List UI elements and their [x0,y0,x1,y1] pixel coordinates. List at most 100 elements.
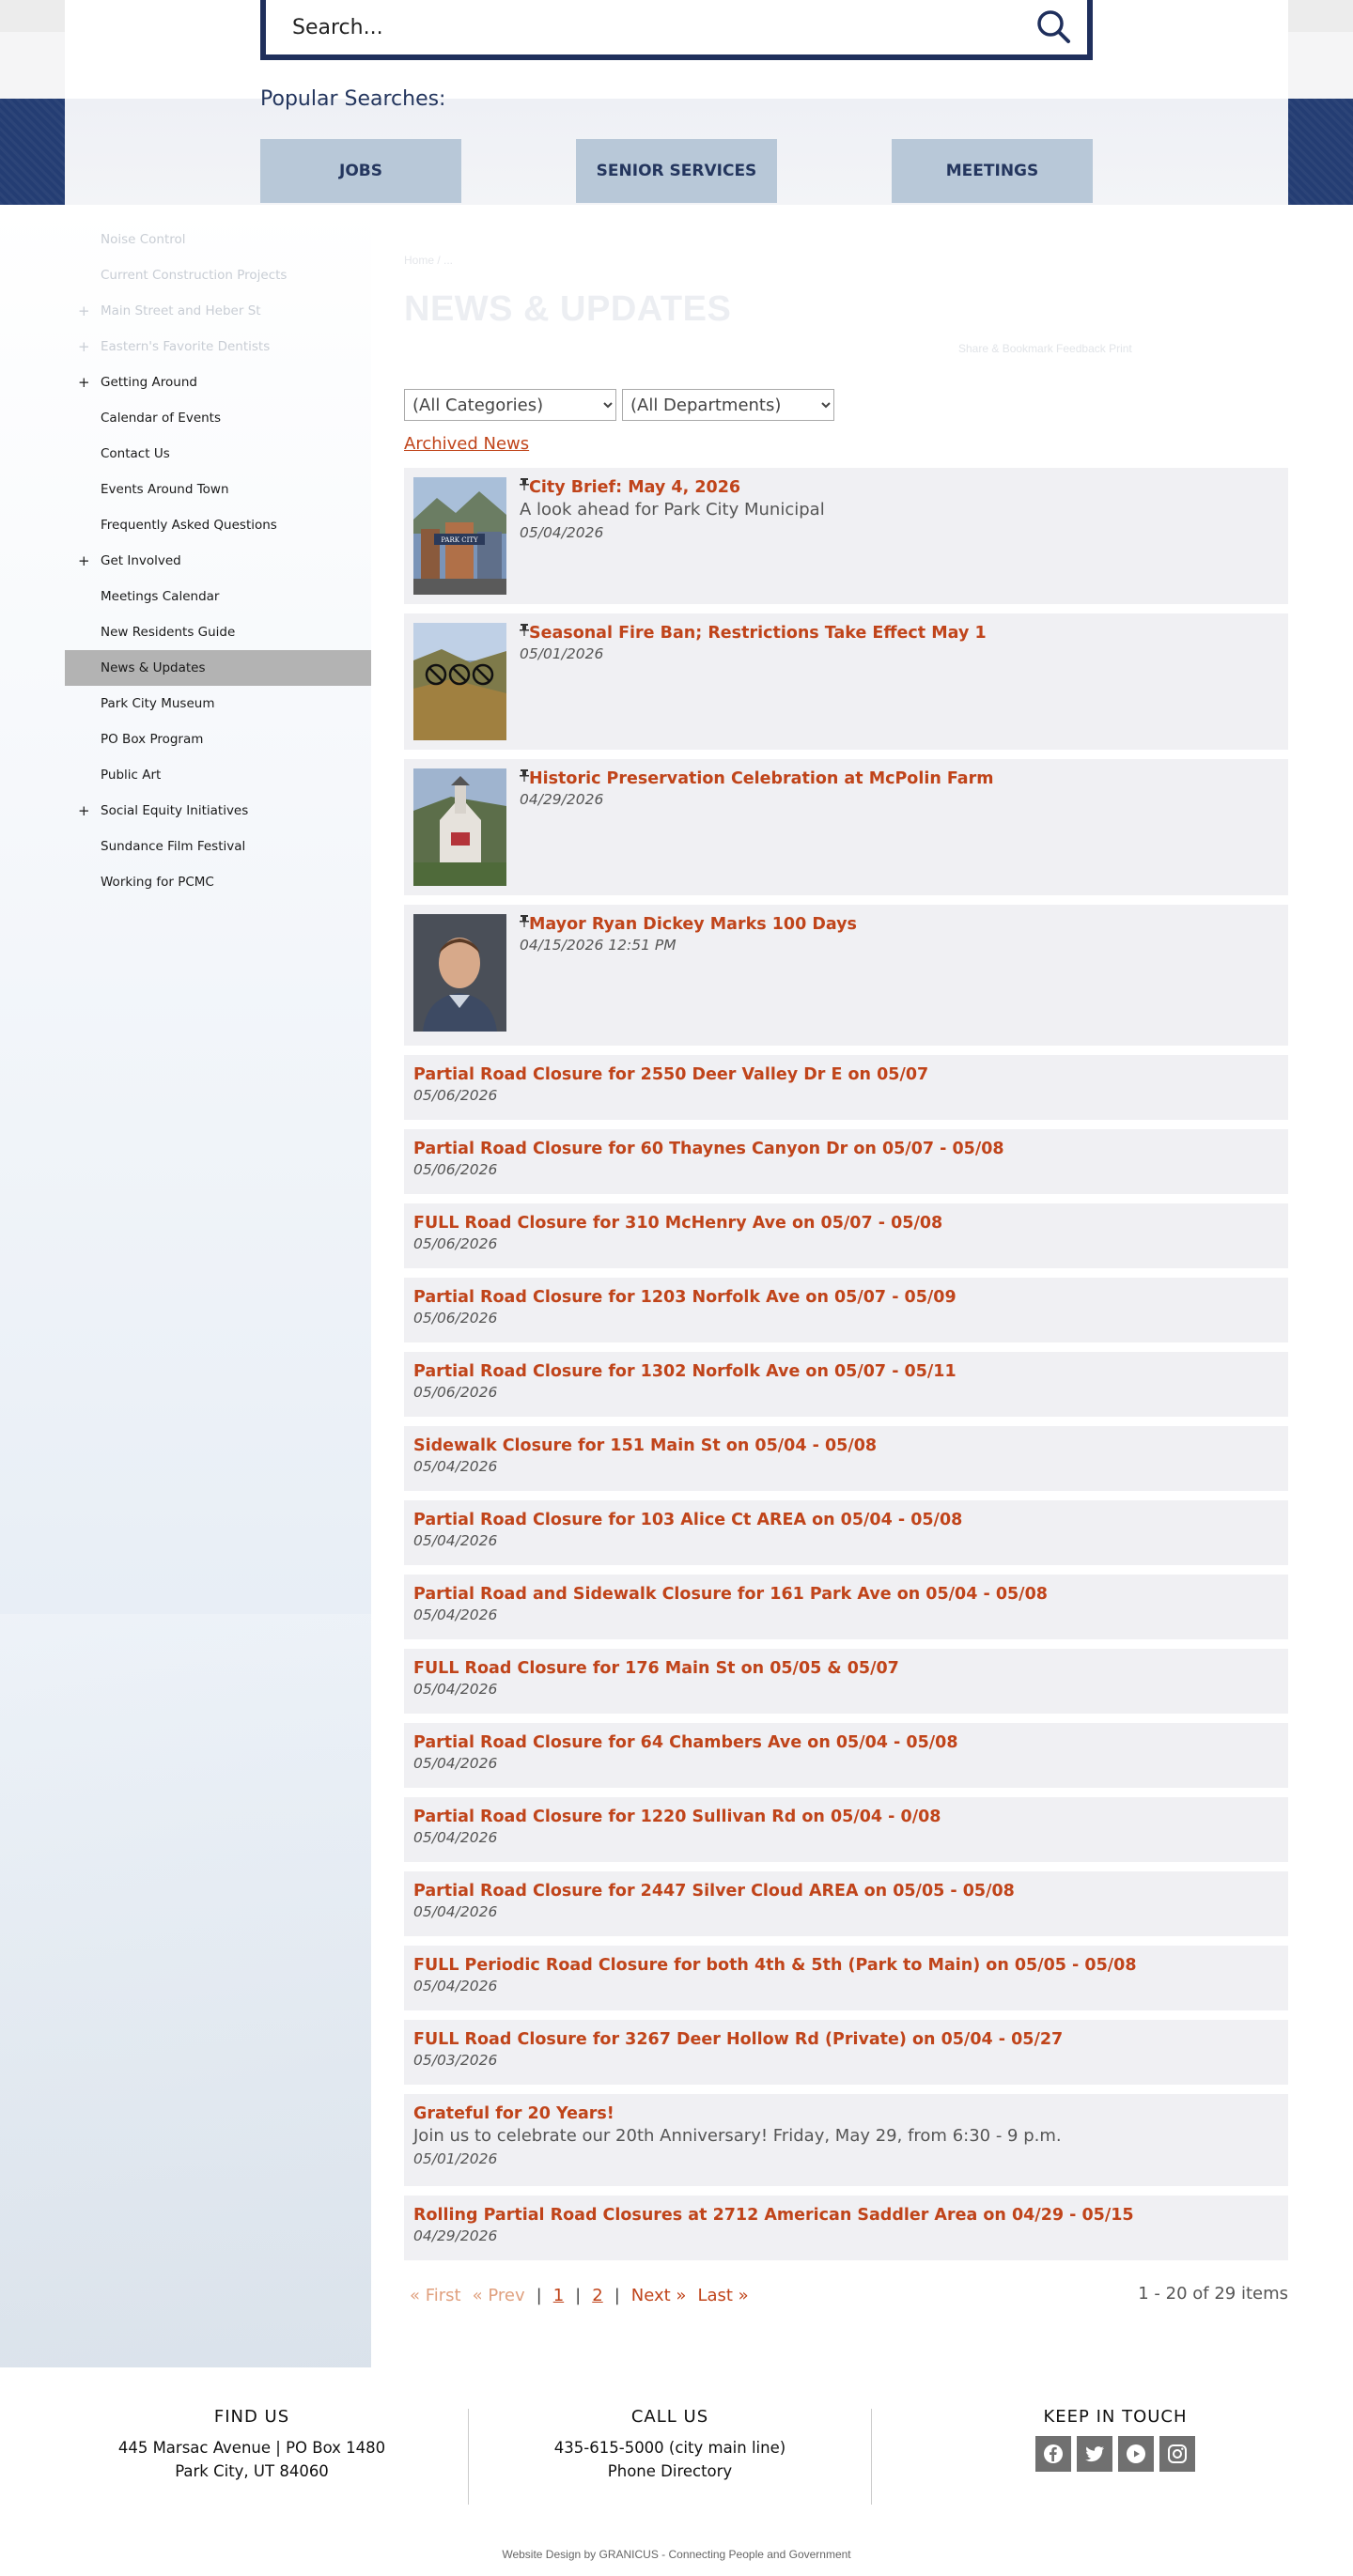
pager-first[interactable]: « First [410,2286,461,2305]
pager-page-1[interactable]: 1 [553,2286,564,2305]
pin-icon [520,478,529,493]
sidebar-item-getting-around[interactable]: + Getting Around [65,365,371,400]
sidebar-item-label: Main Street and Heber St [101,303,261,318]
news-thumbnail[interactable] [413,623,506,740]
twitter-icon[interactable] [1077,2436,1112,2472]
facebook-icon[interactable] [1035,2436,1071,2472]
news-title-link[interactable]: City Brief: May 4, 2026 [529,477,740,498]
news-date: 05/04/2026 [413,1532,498,1549]
sidebar-item-frequently-asked-questions[interactable]: Frequently Asked Questions [65,507,371,543]
top-left-tab [0,0,65,32]
department-select[interactable]: (All Departments) [622,389,834,421]
sidebar-item-label: Calendar of Events [101,411,222,426]
news-title-link[interactable]: Partial Road Closure for 2550 Deer Valle… [413,1064,928,1085]
popular-jobs-button[interactable]: JOBS [260,139,461,203]
news-title-link[interactable]: Partial Road Closure for 2447 Silver Clo… [413,1881,1015,1901]
archived-news-link[interactable]: Archived News [404,434,529,454]
category-select[interactable]: (All Categories) [404,389,616,421]
pager-prev[interactable]: « Prev [473,2286,525,2305]
expand-plus-icon[interactable]: + [78,293,90,329]
news-item: Partial Road Closure for 1220 Sullivan R… [404,1797,1288,1862]
news-title-link[interactable]: Sidewalk Closure for 151 Main St on 05/0… [413,1435,877,1456]
news-item-body: Seasonal Fire Ban; Restrictions Take Eff… [520,623,987,740]
news-title-link[interactable]: Historic Preservation Celebration at McP… [529,768,993,789]
sidebar-item-label: Events Around Town [101,482,229,497]
news-thumbnail[interactable] [413,768,506,886]
news-list: PARK CITY City Brief: May 4, 2026 A look a… [404,468,1288,2270]
breadcrumb[interactable]: Home / ... [404,254,453,267]
news-title-link[interactable]: Seasonal Fire Ban; Restrictions Take Eff… [529,623,987,644]
sidebar-item-po-box-program[interactable]: PO Box Program [65,722,371,757]
top-right-tab [1288,0,1353,32]
news-title-link[interactable]: Mayor Ryan Dickey Marks 100 Days [529,914,857,935]
news-title-link[interactable]: Partial Road and Sidewalk Closure for 16… [413,1584,1048,1605]
news-title-link[interactable]: FULL Road Closure for 3267 Deer Hollow R… [413,2029,1063,2050]
news-title-link[interactable]: Partial Road Closure for 103 Alice Ct AR… [413,1510,962,1530]
sidebar-item-eastern-s-favorite-dentists[interactable]: + Eastern's Favorite Dentists [65,329,371,365]
instagram-icon[interactable] [1159,2436,1195,2472]
search-input[interactable] [266,15,999,39]
sidebar-item-park-city-museum[interactable]: Park City Museum [65,686,371,722]
search-icon[interactable] [1034,8,1072,45]
news-date: 05/04/2026 [413,1755,498,1772]
sidebar-item-sundance-film-festival[interactable]: Sundance Film Festival [65,829,371,864]
news-item: Partial Road Closure for 1302 Norfolk Av… [404,1352,1288,1417]
sidebar-nav: Noise Control Current Construction Projec… [65,222,371,900]
news-title-link[interactable]: Partial Road Closure for 60 Thaynes Cany… [413,1139,1004,1159]
news-thumbnail[interactable] [413,914,506,1032]
news-date: 05/06/2026 [413,1384,498,1401]
pin-icon [520,769,529,784]
news-title-link[interactable]: Grateful for 20 Years! [413,2103,614,2124]
news-title-link[interactable]: Partial Road Closure for 1302 Norfolk Av… [413,1361,956,1382]
sidebar-item-current-construction-projects[interactable]: Current Construction Projects [65,257,371,293]
page-title: NEWS & UPDATES [404,289,732,329]
popular-meetings-button[interactable]: MEETINGS [892,139,1093,203]
filters: (All Categories) (All Departments) [404,389,834,421]
footer-find-us-title: FIND US [213,2407,290,2427]
sidebar-item-social-equity-initiatives[interactable]: + Social Equity Initiatives [65,793,371,829]
news-item: Partial Road Closure for 64 Chambers Ave… [404,1723,1288,1788]
news-date: 04/29/2026 [520,791,604,808]
svg-text:PARK CITY: PARK CITY [441,536,478,544]
sidebar-item-label: Eastern's Favorite Dentists [101,339,271,354]
sidebar-item-main-street-and-heber-st[interactable]: + Main Street and Heber St [65,293,371,329]
news-date: 05/06/2026 [413,1161,498,1178]
news-title-link[interactable]: Partial Road Closure for 1203 Norfolk Av… [413,1287,956,1308]
page-tools[interactable]: Share & Bookmark Feedback Print [958,342,1132,355]
sidebar-item-meetings-calendar[interactable]: Meetings Calendar [65,579,371,614]
news-title-link[interactable]: FULL Road Closure for 310 McHenry Ave on… [413,1213,942,1234]
news-date: 05/04/2026 [520,524,604,541]
news-date: 05/06/2026 [413,1310,498,1327]
sidebar-item-public-art[interactable]: Public Art [65,757,371,793]
pin-icon [520,915,529,930]
sidebar-item-contact-us[interactable]: Contact Us [65,436,371,472]
expand-plus-icon[interactable]: + [78,365,90,400]
featured-news-item: Seasonal Fire Ban; Restrictions Take Eff… [404,613,1288,750]
footer-address-line2: Park City, UT 84060 [175,2462,329,2480]
popular-senior-services-button[interactable]: SENIOR SERVICES [576,139,777,203]
news-title-link[interactable]: Partial Road Closure for 1220 Sullivan R… [413,1807,941,1827]
sidebar-item-calendar-of-events[interactable]: Calendar of Events [65,400,371,436]
expand-plus-icon[interactable]: + [78,543,90,579]
sidebar-item-noise-control[interactable]: Noise Control [65,222,371,257]
news-title-link[interactable]: FULL Periodic Road Closure for both 4th … [413,1955,1137,1976]
footer-phone-directory-link[interactable]: Phone Directory [469,2460,871,2483]
news-title-link[interactable]: FULL Road Closure for 176 Main St on 05/… [413,1658,899,1679]
sidebar-item-working-for-pcmc[interactable]: Working for PCMC [65,864,371,900]
news-title-link[interactable]: Rolling Partial Road Closures at 2712 Am… [413,2205,1134,2226]
footer-phone[interactable]: 435-615-5000 (city main line) [469,2436,871,2460]
pager-last[interactable]: Last » [697,2286,748,2305]
sidebar-item-news-updates[interactable]: News & Updates [65,650,371,686]
sidebar-item-events-around-town[interactable]: Events Around Town [65,472,371,507]
news-thumbnail[interactable]: PARK CITY [413,477,506,595]
pager-page-2[interactable]: 2 [592,2286,602,2305]
search-box [260,0,1093,60]
expand-plus-icon[interactable]: + [78,329,90,365]
expand-plus-icon[interactable]: + [78,793,90,829]
footer-credit[interactable]: Website Design by GRANICUS - Connecting … [0,2548,1353,2561]
youtube-icon[interactable] [1118,2436,1154,2472]
sidebar-item-get-involved[interactable]: + Get Involved [65,543,371,579]
news-title-link[interactable]: Partial Road Closure for 64 Chambers Ave… [413,1732,958,1753]
sidebar-item-new-residents-guide[interactable]: New Residents Guide [65,614,371,650]
pager-next[interactable]: Next » [631,2286,687,2305]
